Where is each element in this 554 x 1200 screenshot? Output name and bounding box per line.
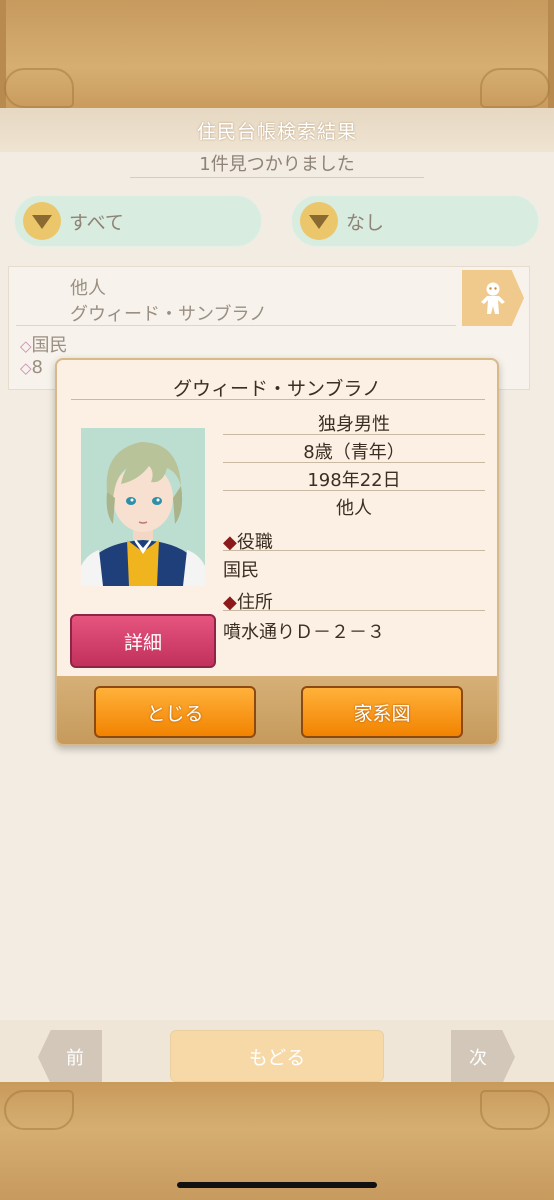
detail-button[interactable]: 詳細 <box>70 614 216 668</box>
filter-sub[interactable]: なし <box>291 195 539 247</box>
back-button[interactable]: もどる <box>170 1030 384 1082</box>
family-tree-button[interactable]: 家系図 <box>301 686 463 738</box>
resident-detail-dialog: グウィード・サンブラノ 独身男性 8歳（青年） 198年22日 他人 ◆役職 国… <box>55 358 499 746</box>
ornament-left <box>4 1090 74 1130</box>
next-button[interactable]: 次 <box>451 1030 515 1084</box>
filter-category-label: すべて <box>69 211 124 234</box>
ornament-right <box>480 1090 550 1130</box>
address-value: 噴水通りＤ－２－３ <box>223 622 385 643</box>
divider <box>223 490 485 491</box>
filter-sub-label: なし <box>346 211 385 234</box>
list-item-role: ◇国民 <box>20 331 68 357</box>
dropdown-arrow-icon <box>23 202 61 240</box>
resident-portrait <box>81 428 205 586</box>
list-item-address-text: 8 <box>31 357 43 378</box>
filter-category[interactable]: すべて <box>14 195 262 247</box>
resident-age: 8歳（青年） <box>303 442 405 463</box>
prev-button[interactable]: 前 <box>38 1030 102 1084</box>
diamond-outline-icon: ◇ <box>20 337 32 355</box>
divider <box>223 550 485 551</box>
dropdown-arrow-icon <box>300 202 338 240</box>
list-item-relation: 他人 <box>70 278 106 299</box>
list-item-role-text: 国民 <box>31 335 68 356</box>
resident-relation: 他人 <box>336 498 372 519</box>
resident-status: 独身男性 <box>318 414 390 435</box>
list-item-address: ◇8 <box>20 357 43 378</box>
close-button[interactable]: とじる <box>94 686 256 738</box>
divider <box>71 399 485 400</box>
frame-edge-right <box>548 0 554 112</box>
divider <box>223 462 485 463</box>
resident-name: グウィード・サンブラノ <box>172 378 382 400</box>
ornament-right <box>480 68 550 108</box>
person-icon <box>481 282 505 314</box>
result-count: 1件見つかりました <box>130 152 424 178</box>
ornament-left <box>4 68 74 108</box>
person-button[interactable] <box>462 270 524 326</box>
divider <box>223 434 485 435</box>
divider <box>223 610 485 611</box>
divider <box>16 325 456 326</box>
home-indicator[interactable] <box>177 1182 377 1188</box>
top-frame <box>0 0 554 112</box>
role-value: 国民 <box>223 560 259 581</box>
page-title: 住民台帳検索結果 <box>0 108 554 152</box>
list-item-name: グウィード・サンブラノ <box>70 304 268 325</box>
diamond-outline-icon: ◇ <box>20 359 32 377</box>
resident-birthday: 198年22日 <box>307 470 401 491</box>
